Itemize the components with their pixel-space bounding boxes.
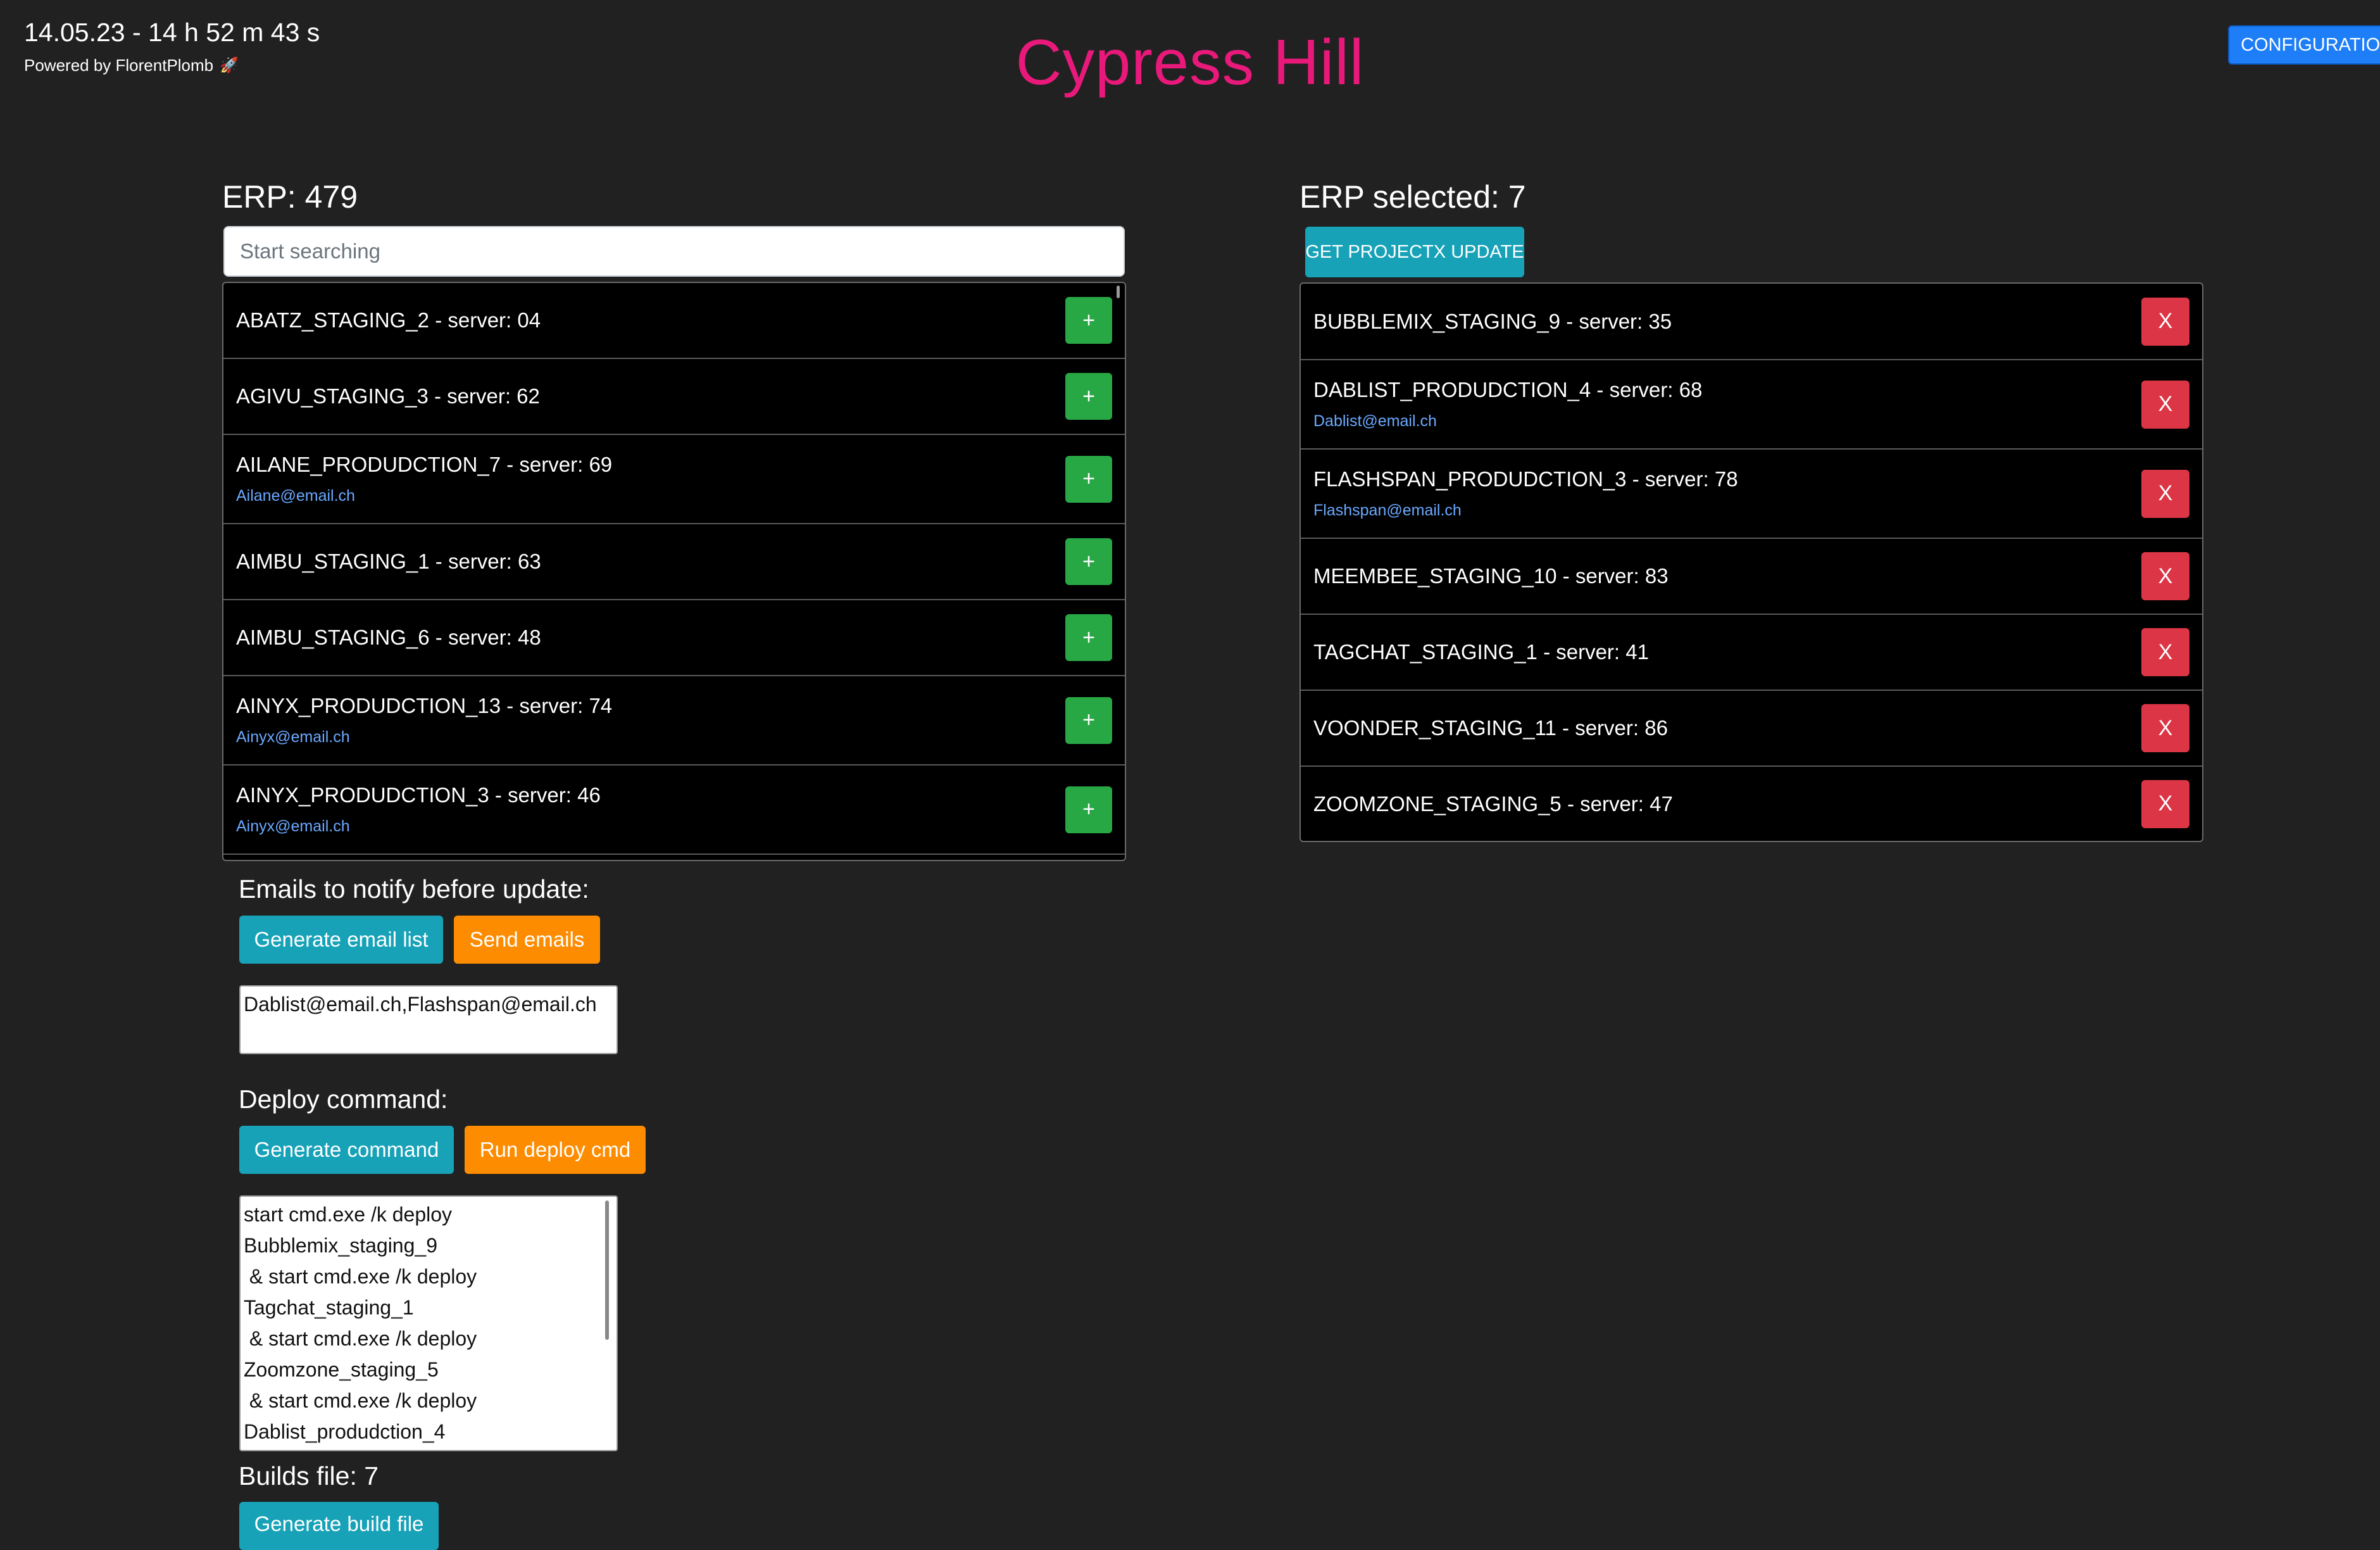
list-item: DABLIST_PRODUDCTION_4 - server: 68 Dabli…: [1301, 360, 2202, 450]
generate-command-button[interactable]: Generate command: [239, 1126, 454, 1174]
send-emails-button[interactable]: Send emails: [454, 916, 600, 964]
erp-list: ABATZ_STAGING_2 - server: 04 + AGIVU_STA…: [222, 282, 1126, 861]
deploy-heading: Deploy command:: [239, 1085, 448, 1114]
item-name: ABATZ_STAGING_2 - server: 04: [236, 308, 541, 332]
search-input[interactable]: [223, 226, 1125, 277]
get-projectx-update-button[interactable]: GET PROJECTX UPDATE: [1305, 227, 1524, 277]
list-item: AILANE_PRODUDCTION_7 - server: 69 Ailane…: [223, 435, 1125, 524]
add-button[interactable]: +: [1065, 373, 1112, 420]
add-button[interactable]: +: [1065, 696, 1112, 744]
item-name: AGIVU_STAGING_3 - server: 62: [236, 384, 540, 408]
run-deploy-cmd-button[interactable]: Run deploy cmd: [465, 1126, 646, 1174]
item-name: MEEMBEE_STAGING_10 - server: 83: [1313, 564, 1669, 588]
item-name: VOONDER_STAGING_11 - server: 86: [1313, 716, 1668, 740]
add-button[interactable]: +: [1065, 455, 1112, 503]
add-button[interactable]: +: [1065, 786, 1112, 833]
configuration-button[interactable]: CONFIGURATION: [2228, 25, 2380, 65]
remove-button[interactable]: X: [2141, 628, 2189, 676]
list-scrollbar[interactable]: [1117, 286, 1120, 298]
item-email[interactable]: Flashspan@email.ch: [1313, 501, 1738, 520]
remove-button[interactable]: X: [2141, 704, 2189, 752]
remove-button[interactable]: X: [2141, 297, 2189, 346]
item-name: BUBBLEMIX_STAGING_9 - server: 35: [1313, 309, 1672, 333]
add-button[interactable]: +: [1065, 297, 1112, 344]
list-item: AGIVU_STAGING_3 - server: 62 +: [223, 359, 1125, 435]
item-name: AINYX_PRODUDCTION_13 - server: 74: [236, 694, 613, 717]
list-item: AINYX_PRODUDCTION_3 - server: 46 Ainyx@e…: [223, 766, 1125, 855]
item-name: AIMBU_STAGING_6 - server: 48: [236, 626, 541, 649]
item-name: TAGCHAT_STAGING_1 - server: 41: [1313, 640, 1649, 664]
item-name: AILANE_PRODUDCTION_7 - server: 69: [236, 453, 613, 476]
selected-list: BUBBLEMIX_STAGING_9 - server: 35 X DABLI…: [1300, 282, 2203, 842]
item-email[interactable]: Ainyx@email.ch: [236, 817, 601, 836]
page-title: Cypress Hill: [1015, 27, 1365, 98]
item-email[interactable]: Dablist@email.ch: [1313, 412, 1702, 431]
remove-button[interactable]: X: [2141, 552, 2189, 600]
item-name: ZOOMZONE_STAGING_5 - server: 47: [1313, 791, 1673, 816]
erp-count-heading: ERP: 479: [222, 179, 358, 215]
list-item: AIMBU_STAGING_6 - server: 48 +: [223, 600, 1125, 676]
emails-heading: Emails to notify before update:: [239, 874, 589, 904]
item-name: AINYX_PRODUDCTION_3 - server: 46: [236, 783, 601, 807]
list-item: ZOOMZONE_STAGING_5 - server: 47 X: [1301, 767, 2202, 841]
list-item: BUBBLEMIX_STAGING_9 - server: 35 X: [1301, 284, 2202, 360]
remove-button[interactable]: X: [2141, 380, 2189, 429]
deploy-textarea-scrollbar[interactable]: [605, 1200, 609, 1340]
generate-email-list-button[interactable]: Generate email list: [239, 916, 443, 964]
item-name: FLASHSPAN_PRODUDCTION_3 - server: 78: [1313, 467, 1738, 491]
selected-count-heading: ERP selected: 7: [1300, 179, 1526, 215]
item-name: AIMBU_STAGING_1 - server: 63: [236, 550, 541, 573]
list-item: TAGCHAT_STAGING_1 - server: 41 X: [1301, 615, 2202, 691]
item-email[interactable]: Ainyx@email.ch: [236, 728, 612, 747]
list-item: AIMBU_STAGING_1 - server: 63 +: [223, 524, 1125, 600]
list-item: ABATZ_STAGING_2 - server: 04 +: [223, 283, 1125, 359]
item-name: DABLIST_PRODUDCTION_4 - server: 68: [1313, 378, 1703, 401]
list-item: FLASHSPAN_PRODUDCTION_3 - server: 78 Fla…: [1301, 450, 2202, 539]
email-list-textarea[interactable]: Dablist@email.ch,Flashspan@email.ch: [239, 985, 618, 1054]
remove-button[interactable]: X: [2141, 469, 2189, 518]
add-button[interactable]: +: [1065, 614, 1112, 661]
item-email[interactable]: Ailane@email.ch: [236, 487, 612, 505]
builds-heading: Builds file: 7: [239, 1461, 379, 1490]
generate-build-file-button[interactable]: Generate build file: [239, 1502, 439, 1550]
list-item: VOONDER_STAGING_11 - server: 86 X: [1301, 691, 2202, 767]
deploy-command-textarea[interactable]: start cmd.exe /k deploy Bubblemix_stagin…: [239, 1195, 618, 1451]
list-item: MEEMBEE_STAGING_10 - server: 83 X: [1301, 539, 2202, 615]
list-item: AINYX_PRODUDCTION_13 - server: 74 Ainyx@…: [223, 676, 1125, 766]
add-button[interactable]: +: [1065, 538, 1112, 585]
remove-button[interactable]: X: [2141, 779, 2189, 828]
